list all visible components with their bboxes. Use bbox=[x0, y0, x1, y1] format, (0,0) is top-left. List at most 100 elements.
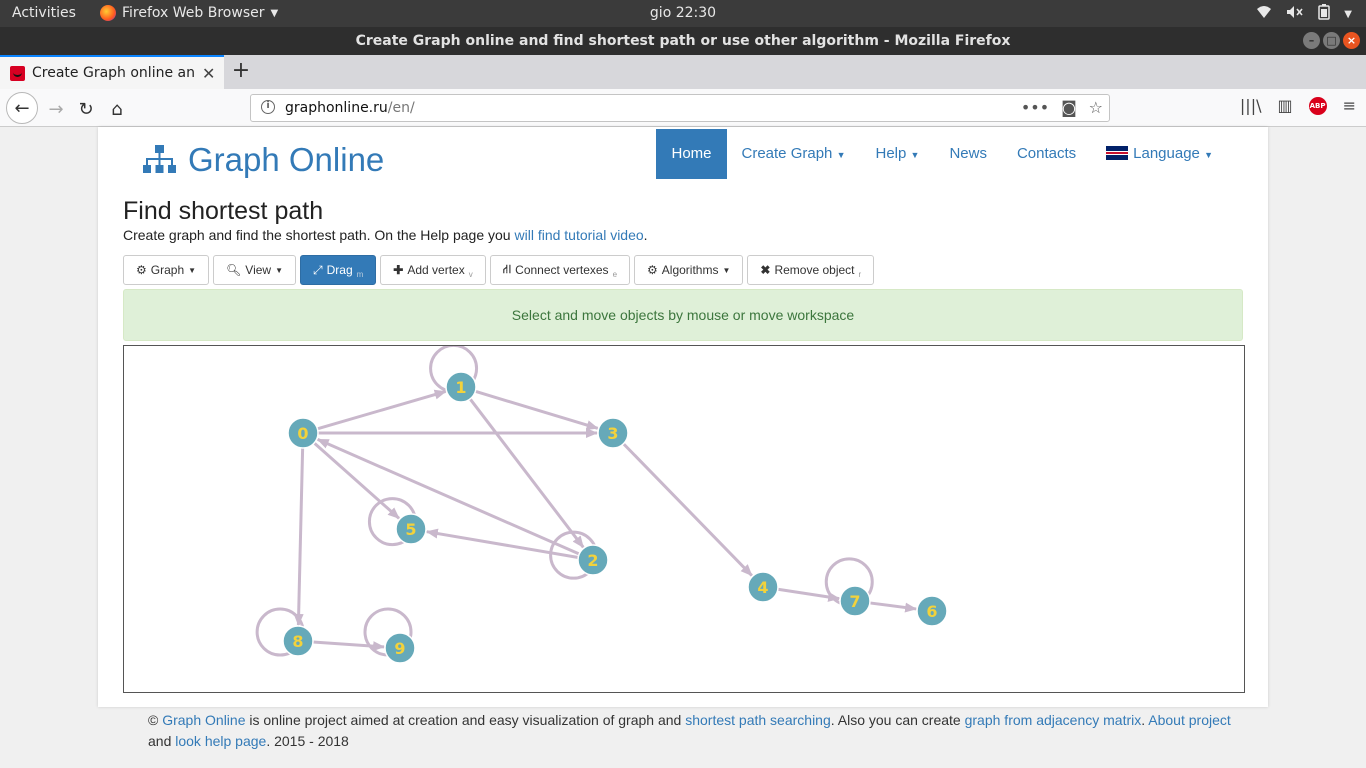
system-menu-chevron-icon: ▼ bbox=[1344, 8, 1352, 20]
tab-close-icon[interactable]: ✕ bbox=[202, 64, 215, 83]
volume-muted-icon bbox=[1286, 5, 1304, 23]
footer-link-shortest-path[interactable]: shortest path searching bbox=[685, 712, 831, 728]
vertex-4[interactable]: 4 bbox=[747, 571, 779, 603]
minimize-icon[interactable]: – bbox=[1303, 32, 1320, 49]
page-actions-icon[interactable]: ••• bbox=[1021, 98, 1049, 117]
chevron-down-icon: ▼ bbox=[270, 7, 279, 19]
footer-link-about-project[interactable]: About project bbox=[1148, 712, 1231, 728]
gear-icon: ⚙ bbox=[136, 263, 147, 277]
page-container: Graph Online Home Create Graph ▼ Help ▼ … bbox=[98, 127, 1268, 707]
nav-home[interactable]: Home bbox=[656, 129, 727, 179]
edge-1-2[interactable] bbox=[468, 398, 585, 549]
tab-graph-online[interactable]: Create Graph online and ✕ bbox=[0, 55, 224, 89]
edge-0-8[interactable] bbox=[293, 447, 305, 627]
tutorial-video-link[interactable]: will find tutorial video bbox=[514, 227, 643, 243]
app-menu[interactable]: Firefox Web Browser ▼ bbox=[100, 5, 278, 21]
vertex-8[interactable]: 8 bbox=[282, 625, 314, 657]
footer-link-help-page[interactable]: look help page bbox=[175, 733, 266, 749]
remove-x-icon: ✖ bbox=[760, 263, 771, 277]
site-brand[interactable]: Graph Online bbox=[143, 141, 384, 179]
wifi-icon bbox=[1256, 5, 1272, 23]
reload-icon[interactable]: ↻ bbox=[72, 95, 100, 123]
vertex-label: 5 bbox=[405, 520, 416, 539]
vertex-9[interactable]: 9 bbox=[384, 632, 416, 664]
edge-1-3[interactable] bbox=[474, 389, 599, 430]
library-icon[interactable]: |||\ bbox=[1240, 96, 1262, 115]
edge-8-9[interactable] bbox=[312, 640, 386, 652]
mode-hint-alert: Select and move objects by mouse or move… bbox=[123, 289, 1243, 341]
vertex-label: 4 bbox=[757, 578, 768, 597]
remove-object-button[interactable]: ✖ Remove object r bbox=[747, 255, 875, 285]
uk-flag-icon bbox=[1106, 146, 1129, 160]
graphonline-favicon-icon bbox=[10, 65, 25, 81]
back-arrow-icon[interactable]: ← bbox=[6, 92, 38, 124]
brand-name: Graph Online bbox=[188, 141, 385, 178]
graph-canvas[interactable]: 0 1 2 3 4 5 6 7 8 9 bbox=[123, 345, 1245, 693]
view-menu-button[interactable]: 🔍︎ View ▼ bbox=[213, 255, 296, 285]
vertex-0[interactable]: 0 bbox=[287, 417, 319, 449]
fullscreen-arrows-icon: ⤢ bbox=[313, 262, 323, 277]
zoom-icon: 🔍︎ bbox=[226, 263, 242, 277]
window-title: Create Graph online and find shortest pa… bbox=[355, 33, 1011, 49]
vertex-2[interactable]: 2 bbox=[577, 544, 609, 576]
edge-7-6[interactable] bbox=[869, 601, 918, 613]
road-icon: ⛙ bbox=[502, 262, 512, 276]
vertex-6[interactable]: 6 bbox=[916, 595, 948, 627]
activities-button[interactable]: Activities bbox=[12, 5, 76, 21]
site-info-icon[interactable]: i bbox=[261, 100, 275, 114]
edge-0-5[interactable] bbox=[313, 441, 401, 520]
vertex-label: 9 bbox=[394, 639, 405, 658]
nav-toolbar: ← → ↻ ⌂ i graphonline.ru/en/ ••• ◙ ☆ |||… bbox=[0, 89, 1366, 127]
vertex-label: 1 bbox=[455, 378, 466, 397]
nav-language[interactable]: Language ▼ bbox=[1091, 129, 1228, 179]
url-bar[interactable]: i graphonline.ru/en/ ••• ◙ ☆ bbox=[250, 94, 1110, 122]
maximize-icon[interactable]: □ bbox=[1323, 32, 1340, 49]
graph-drawing[interactable]: 0 1 2 3 4 5 6 7 8 9 bbox=[124, 346, 1244, 692]
vertex-label: 3 bbox=[607, 424, 618, 443]
close-icon[interactable]: × bbox=[1343, 32, 1360, 49]
footer-link-adjacency-matrix[interactable]: graph from adjacency matrix bbox=[965, 712, 1142, 728]
menu-hamburger-icon[interactable]: ≡ bbox=[1343, 96, 1356, 115]
battery-icon bbox=[1318, 4, 1331, 24]
pocket-icon[interactable]: ◙ bbox=[1061, 98, 1077, 117]
algorithms-menu-button[interactable]: ⚙ Algorithms ▼ bbox=[634, 255, 744, 285]
vertex-label: 8 bbox=[292, 632, 303, 651]
vertex-5[interactable]: 5 bbox=[395, 513, 427, 545]
edge-3-4[interactable] bbox=[622, 442, 753, 577]
plus-icon: ✚ bbox=[393, 263, 404, 277]
nav-news[interactable]: News bbox=[934, 129, 1002, 179]
tab-strip: Create Graph online and ✕ + bbox=[0, 55, 1366, 89]
bookmark-star-icon[interactable]: ☆ bbox=[1089, 98, 1103, 117]
nav-help[interactable]: Help ▼ bbox=[860, 129, 934, 179]
add-vertex-button[interactable]: ✚ Add vertex v bbox=[380, 255, 486, 285]
adblock-plus-icon[interactable]: ABP bbox=[1308, 96, 1327, 115]
forward-arrow-icon[interactable]: → bbox=[42, 95, 70, 123]
vertex-7[interactable]: 7 bbox=[839, 585, 871, 617]
window-titlebar: Create Graph online and find shortest pa… bbox=[0, 27, 1366, 55]
system-tray[interactable]: ▼ bbox=[1256, 4, 1352, 24]
vertex-label: 7 bbox=[849, 592, 860, 611]
page-title: Find shortest path bbox=[123, 197, 324, 225]
vertex-label: 2 bbox=[587, 551, 598, 570]
page-subtitle: Create graph and find the shortest path.… bbox=[123, 227, 648, 243]
drag-mode-button[interactable]: ⤢ Drag m bbox=[300, 255, 377, 285]
gear-icon: ⚙ bbox=[647, 263, 658, 277]
sidebar-icon[interactable]: ▥ bbox=[1277, 96, 1292, 115]
graph-menu-button[interactable]: ⚙ Graph ▼ bbox=[123, 255, 210, 285]
home-icon[interactable]: ⌂ bbox=[103, 95, 131, 123]
nav-create-graph[interactable]: Create Graph ▼ bbox=[727, 129, 861, 179]
main-nav: Home Create Graph ▼ Help ▼ News Contacts… bbox=[656, 129, 1228, 179]
vertex-1[interactable]: 1 bbox=[445, 371, 477, 403]
firefox-icon bbox=[100, 5, 116, 21]
nav-contacts[interactable]: Contacts bbox=[1002, 129, 1091, 179]
connect-vertexes-button[interactable]: ⛙ Connect vertexes e bbox=[489, 255, 631, 285]
tab-title: Create Graph online and bbox=[32, 65, 194, 81]
url-text[interactable]: graphonline.ru/en/ bbox=[285, 100, 415, 116]
app-menu-label: Firefox Web Browser bbox=[122, 5, 265, 21]
vertex-3[interactable]: 3 bbox=[597, 417, 629, 449]
web-page: Graph Online Home Create Graph ▼ Help ▼ … bbox=[0, 127, 1366, 768]
vertex-label: 6 bbox=[926, 602, 937, 621]
footer-link-graph-online[interactable]: Graph Online bbox=[162, 712, 245, 728]
edge-0-1[interactable] bbox=[316, 389, 447, 431]
new-tab-icon[interactable]: + bbox=[230, 58, 252, 83]
